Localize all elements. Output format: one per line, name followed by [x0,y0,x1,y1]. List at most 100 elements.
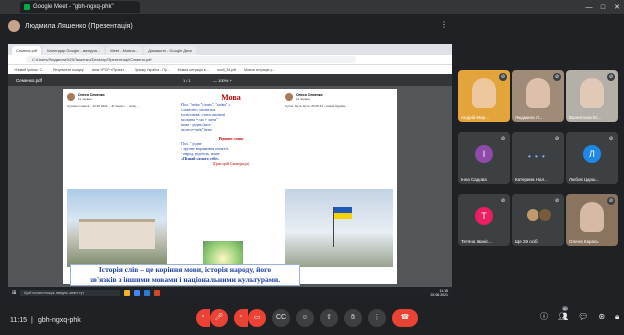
participant-video [526,78,550,108]
end-call-icon[interactable]: ☎︎ [392,309,418,327]
right-facebook-post: Олеся Семенко 11 червня · Сучас. Бути. Б… [285,93,393,174]
participant-tile[interactable]: Л ⊘ Любов Цкрш... [566,132,618,184]
quote-line-1: Історія слів – це коріння мови, історія … [98,265,272,274]
bookmark: Зранку Україна - Пр... [134,67,170,72]
shared-tab: Семена.pdf [12,46,42,55]
mic-options-chevron-icon[interactable]: ^ [196,309,210,327]
participant-tile[interactable]: ⊘ Олена Карась [566,194,618,246]
speaking-indicator-icon: • • • [528,152,546,161]
muted-mic-icon: ⊘ [553,197,561,205]
muted-mic-icon: ⊘ [553,135,561,143]
minimize-button[interactable]: — [582,4,596,11]
present-screen-icon[interactable]: ⇧ [320,309,338,327]
browser-tab-strip: Google Meet - "gbh-ngxq-phk" — □ ✕ [0,0,624,14]
captions-icon[interactable]: CC [272,309,290,327]
participant-count: 40 [562,306,569,311]
call-controls: ^ 🎤︎ ^ ▭ CC ☺ ⇧ ✋︎ ⋮ ☎︎ [196,309,418,327]
bookmark: rundi_34.pdf [216,67,237,72]
presenter-label: Людмила Ляшенко (Презентація) [8,18,133,34]
participant-tile[interactable]: • • • ⊘ Катерина Нал... [512,132,564,184]
participant-tile[interactable]: І ⊘ Інна Садова [458,132,510,184]
pdf-filename: Семенко.pdf [16,77,42,83]
shared-address-bar: C:/Users/Людмила%20Ляшенко/Desktop/Презе… [8,55,452,65]
muted-mic-icon: ⊘ [607,135,615,143]
taskbar-date: 22.06.2021 [430,292,448,297]
windows-taskbar: ⊞ Щоб почати пошук, введіть запит тут 11… [8,287,452,298]
left-post-meta: 11 червня · [78,97,94,101]
shared-bookmarks-bar: «Новий Ірпень: С... Результати пошуку Із… [8,65,452,74]
bookmark: Мовна ситуація в... [177,67,209,72]
maximize-button[interactable]: □ [596,4,610,11]
participant-tile[interactable]: Т ⊘ Тетяна Іваніс... [458,194,510,246]
pdf-slide: Олеся Семенко 11 червня · Сучасні слова … [63,89,397,284]
participant-initial-avatar: Т [475,207,493,225]
left-post-avatar [67,93,75,101]
muted-mic-icon: ⊘ [499,197,507,205]
camera-options-chevron-icon[interactable]: ^ [234,309,248,327]
bookmark: Мовна ситуація у... [244,67,275,72]
participant-name: Валентина Ю... [569,115,602,120]
participant-tile[interactable]: ⊘ Валентина Ю... [566,70,618,122]
right-post-meta: 11 червня · [296,97,312,101]
participant-name: Катерина Нал... [515,177,548,182]
bookmark: «Новий Ірпень: С... [14,67,46,72]
muted-mic-icon: ⊘ [499,135,507,143]
meet-favicon-icon [24,4,30,10]
activities-icon[interactable]: ⊛ [598,312,605,321]
participant-tile[interactable]: ⊘ Ще 29 осіб [512,194,564,246]
chat-icon[interactable]: 💬︎ [578,312,588,321]
camera-off-icon[interactable]: ▭ [248,309,266,327]
participant-tile[interactable]: ⊘ Людмила Л... [512,70,564,122]
heading-mova: Мова [221,93,241,102]
presenter-name: Людмила Ляшенко (Презентація) [25,22,133,30]
quote-banner: Історія слів – це коріння мови, історія … [70,264,300,286]
meeting-info-icon[interactable]: ⓘ [540,311,548,322]
participant-name: Тетяна Іваніс... [461,239,493,244]
bookmark: Ізюм УРСР «Проект... [91,67,127,72]
browser-tab[interactable]: Google Meet - "gbh-ngxq-phk" [20,1,140,13]
shared-tab-strip: Семена.pdf Календар Google - вихідна... … [8,44,452,55]
participant-video [472,78,496,108]
file-explorer-icon [124,289,131,296]
building-photo [67,189,167,267]
muted-mic-icon: ⊘ [499,73,507,81]
participant-name: Любов Цкрш... [569,177,600,182]
participant-name: Інна Садова [461,177,487,182]
center-sub-line: (Григорій Сковорода) [212,161,250,166]
current-time: 11:15 [10,317,27,324]
pdf-viewer-toolbar: Семенко.pdf 1 / 1 — 100% + [8,74,452,86]
more-options-icon[interactable]: ⋮ [368,309,386,327]
left-post-text: Сучасні слова в... 12.06.2021 ... В ґанк… [67,104,141,108]
shared-screen: Семена.pdf Календар Google - вихідна... … [8,44,452,298]
taskbar-search: Щоб почати пошук, введіть запит тут [20,289,121,296]
raise-hand-icon[interactable]: ✋︎ [344,309,362,327]
right-post-avatar [285,93,293,101]
participant-tile[interactable]: ⊘ Андрій Мир... [458,70,510,122]
word-icon [144,289,151,296]
presentation-options-icon[interactable]: ⋮ [440,20,448,29]
participant-name: Ще 29 осіб [515,239,538,244]
emoji-reaction-icon[interactable]: ☺ [296,309,314,327]
shared-tab: Meet - Мовна... [106,46,143,55]
right-post-text: Сучас. Бути. Бути. 25.05.21 - мовна будо… [285,104,349,108]
bookmark: Результати пошуку [53,67,84,72]
taskbar-clock: 11:15 22.06.2021 [430,289,452,297]
pdf-page-indicator: 1 / 1 [183,77,191,83]
shared-tab: Домашня - Google Диск [144,46,196,55]
people-icon[interactable]: 👥︎ 40 [558,306,569,321]
participant-name: Олена Карась [569,239,599,244]
pdf-zoom: — 100% + [213,77,232,83]
close-window-button[interactable]: ✕ [610,3,624,11]
participant-initial-avatar: І [475,145,493,163]
powerpoint-icon [154,289,161,296]
chrome-icon [134,289,141,296]
mic-off-icon[interactable]: 🎤︎ [210,309,228,327]
meet-control-bar: 11:15 | gbh-ngxq-phk ^ 🎤︎ ^ ▭ CC ☺ ⇧ ✋︎ … [0,303,624,335]
shared-tab: Календар Google - вихідна... [43,46,105,55]
side-controls: ⓘ 👥︎ 40 💬︎ ⊛ 🔒︎ [540,306,619,322]
separator: | [31,317,33,324]
center-text-block: Мова Пол. "мо̄ва "слово", "мо̄ви" « слов… [181,93,281,166]
participant-initial-avatar: Л [583,145,601,163]
presenter-avatar [8,20,20,32]
host-controls-icon[interactable]: 🔒︎ [615,312,619,322]
